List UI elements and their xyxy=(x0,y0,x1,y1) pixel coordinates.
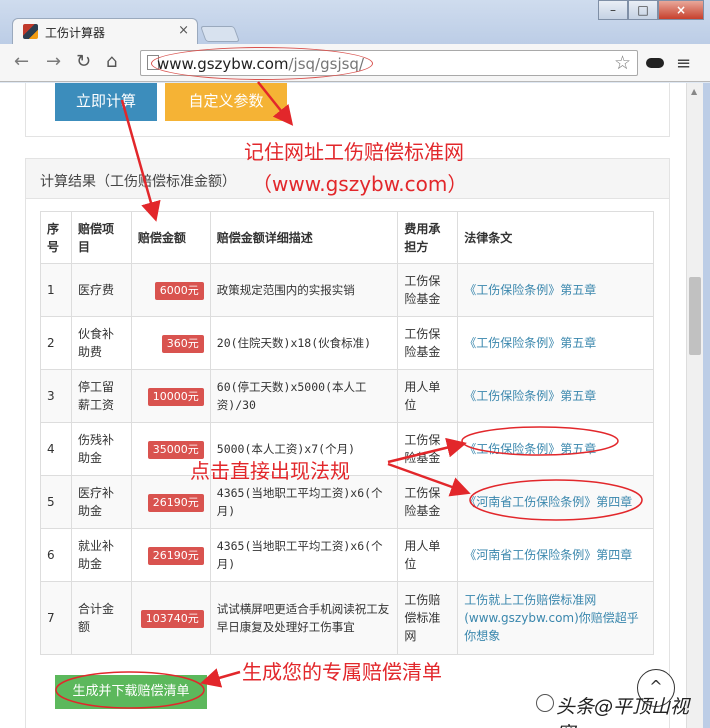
annotation-arrow-law-1 xyxy=(387,437,467,464)
annotation-arrow-url xyxy=(257,81,294,126)
annotation-overlay xyxy=(55,81,643,709)
watermark: 头条@平顶山视窗 xyxy=(536,686,706,728)
annotation-generate-list: 生成您的专属赔偿清单 xyxy=(242,660,442,684)
annotation-arrow-download xyxy=(200,668,241,688)
watermark-logo-icon xyxy=(536,694,554,712)
annotation-click-law: 点击直接出现法规 xyxy=(190,459,350,483)
law-highlight-ellipse-1 xyxy=(461,426,619,456)
annotation-site-url: （www.gszybw.com） xyxy=(252,172,468,196)
download-highlight-ellipse xyxy=(55,671,205,709)
annotation-remember-url: 记住网址工伤赔偿标准网 xyxy=(244,140,464,164)
annotation-arrow-amount xyxy=(120,99,161,222)
watermark-text: 头条@平顶山视窗 xyxy=(556,696,690,728)
law-highlight-ellipse-2 xyxy=(469,479,643,521)
annotation-arrow-law-2 xyxy=(387,462,471,497)
